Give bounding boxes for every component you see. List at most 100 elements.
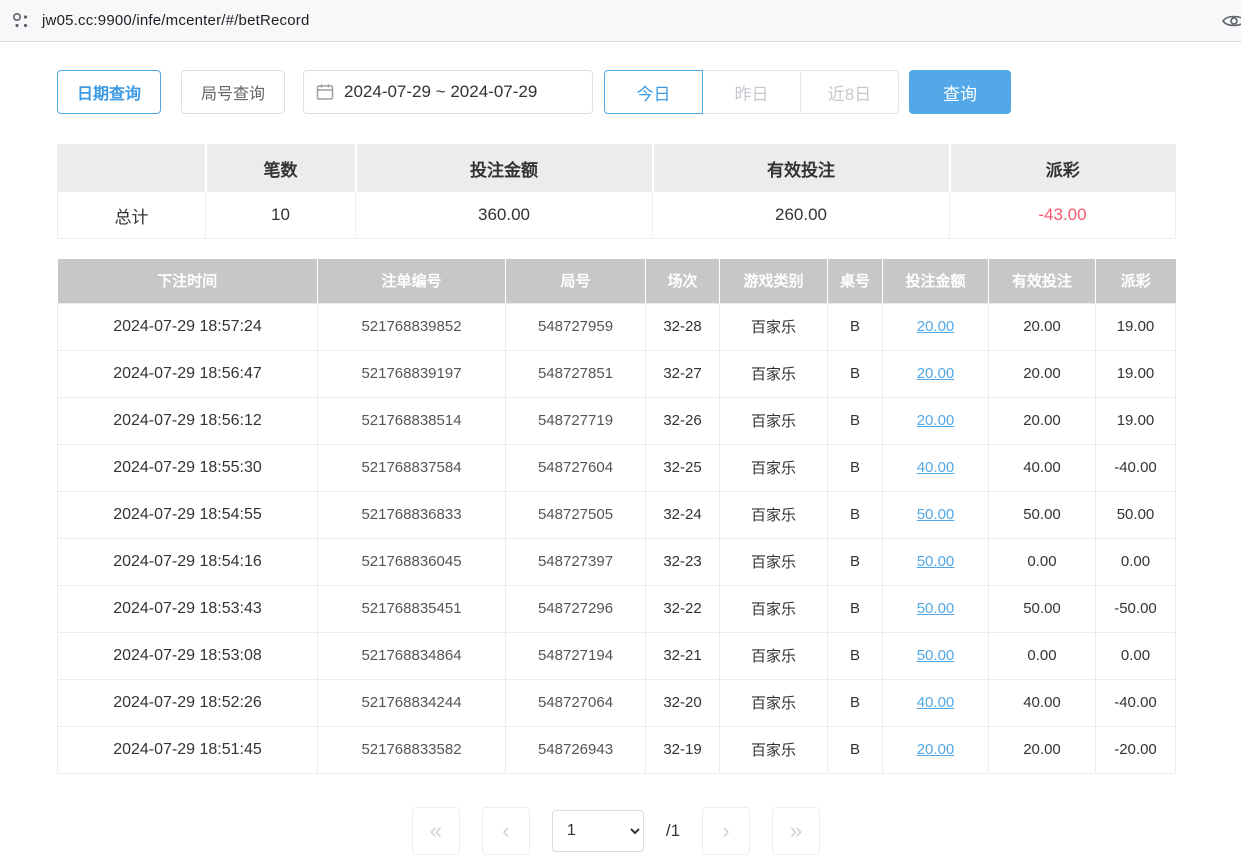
calendar-icon [316, 83, 334, 101]
round-query-button[interactable]: 局号查询 [181, 70, 285, 114]
cell-bet_no: 521768834864 [318, 632, 506, 679]
search-button[interactable]: 查询 [909, 70, 1011, 114]
pagination: « ‹ 1 /1 › » [57, 807, 1175, 855]
cell-session: 32-20 [646, 679, 720, 726]
cell-amount: 40.00 [883, 444, 989, 491]
cell-time: 2024-07-29 18:53:08 [58, 632, 318, 679]
cell-payout: -20.00 [1096, 726, 1176, 773]
query-toolbar: 日期查询 局号查询 2024-07-29 ~ 2024-07-29 今日 昨日 … [57, 70, 1175, 114]
cell-payout: 19.00 [1096, 350, 1176, 397]
cell-bet_no: 521768838514 [318, 397, 506, 444]
bet-table-header-1: 注单编号 [318, 259, 506, 303]
bet-table-header-4: 游戏类别 [720, 259, 828, 303]
bet-table-header-8: 派彩 [1096, 259, 1176, 303]
page-select[interactable]: 1 [552, 810, 644, 852]
table-row: 2024-07-29 18:52:26521768834244548727064… [58, 679, 1176, 726]
next-page-button[interactable]: › [702, 807, 750, 855]
cell-bet_no: 521768835451 [318, 585, 506, 632]
table-row: 2024-07-29 18:53:43521768835451548727296… [58, 585, 1176, 632]
table-row: 2024-07-29 18:56:12521768838514548727719… [58, 397, 1176, 444]
cell-session: 32-28 [646, 303, 720, 350]
cell-valid: 0.00 [989, 632, 1096, 679]
bet-amount-link[interactable]: 50.00 [917, 600, 955, 617]
cell-valid: 50.00 [989, 585, 1096, 632]
summary-count-value: 10 [206, 192, 356, 239]
cell-session: 32-21 [646, 632, 720, 679]
prev-page-button[interactable]: ‹ [482, 807, 530, 855]
cell-time: 2024-07-29 18:56:47 [58, 350, 318, 397]
cell-round_no: 548727064 [506, 679, 646, 726]
cell-table: B [828, 538, 883, 585]
bet-table-header-0: 下注时间 [58, 259, 318, 303]
bet-table-header-2: 局号 [506, 259, 646, 303]
cell-payout: 50.00 [1096, 491, 1176, 538]
cell-game: 百家乐 [720, 397, 828, 444]
url-text[interactable]: jw05.cc:9900/infe/mcenter/#/betRecord [42, 12, 310, 29]
cell-game: 百家乐 [720, 303, 828, 350]
cell-session: 32-26 [646, 397, 720, 444]
last8days-button[interactable]: 近8日 [800, 70, 899, 114]
bet-amount-link[interactable]: 50.00 [917, 553, 955, 570]
cell-valid: 20.00 [989, 303, 1096, 350]
cell-payout: -50.00 [1096, 585, 1176, 632]
preview-eye-icon[interactable] [1221, 8, 1241, 39]
cell-game: 百家乐 [720, 444, 828, 491]
cell-table: B [828, 632, 883, 679]
cell-payout: 19.00 [1096, 397, 1176, 444]
chevron-right-icon: › [722, 818, 729, 844]
date-query-button[interactable]: 日期查询 [57, 70, 161, 114]
cell-round_no: 548727604 [506, 444, 646, 491]
cell-valid: 40.00 [989, 444, 1096, 491]
cell-round_no: 548727505 [506, 491, 646, 538]
cell-valid: 50.00 [989, 491, 1096, 538]
bet-amount-link[interactable]: 40.00 [917, 694, 955, 711]
cell-round_no: 548727397 [506, 538, 646, 585]
cell-time: 2024-07-29 18:54:16 [58, 538, 318, 585]
cell-game: 百家乐 [720, 726, 828, 773]
cell-table: B [828, 679, 883, 726]
cell-amount: 20.00 [883, 303, 989, 350]
summary-total-label: 总计 [58, 192, 206, 239]
table-row: 2024-07-29 18:53:08521768834864548727194… [58, 632, 1176, 679]
bet-amount-link[interactable]: 50.00 [917, 647, 955, 664]
cell-amount: 20.00 [883, 350, 989, 397]
last-page-button[interactable]: » [772, 807, 820, 855]
cell-amount: 40.00 [883, 679, 989, 726]
bet-amount-link[interactable]: 20.00 [917, 318, 955, 335]
cell-bet_no: 521768839197 [318, 350, 506, 397]
yesterday-button[interactable]: 昨日 [702, 70, 801, 114]
table-row: 2024-07-29 18:54:55521768836833548727505… [58, 491, 1176, 538]
cell-session: 32-25 [646, 444, 720, 491]
bet-table-header-6: 投注金额 [883, 259, 989, 303]
cell-valid: 20.00 [989, 726, 1096, 773]
cell-bet_no: 521768833582 [318, 726, 506, 773]
table-row: 2024-07-29 18:56:47521768839197548727851… [58, 350, 1176, 397]
cell-bet_no: 521768836833 [318, 491, 506, 538]
summary-bet-amount-value: 360.00 [356, 192, 653, 239]
bet-amount-link[interactable]: 20.00 [917, 412, 955, 429]
cell-time: 2024-07-29 18:57:24 [58, 303, 318, 350]
bet-amount-link[interactable]: 20.00 [917, 741, 955, 758]
cell-valid: 20.00 [989, 350, 1096, 397]
cell-payout: 0.00 [1096, 538, 1176, 585]
date-range-picker[interactable]: 2024-07-29 ~ 2024-07-29 [303, 70, 593, 114]
cell-round_no: 548727851 [506, 350, 646, 397]
today-button[interactable]: 今日 [604, 70, 703, 114]
bet-amount-link[interactable]: 20.00 [917, 365, 955, 382]
cell-bet_no: 521768834244 [318, 679, 506, 726]
tab-groups-icon[interactable] [8, 8, 34, 34]
bet-table-header-3: 场次 [646, 259, 720, 303]
cell-valid: 40.00 [989, 679, 1096, 726]
cell-valid: 20.00 [989, 397, 1096, 444]
summary-header-count: 笔数 [206, 145, 356, 192]
bet-amount-link[interactable]: 50.00 [917, 506, 955, 523]
bet-amount-link[interactable]: 40.00 [917, 459, 955, 476]
browser-url-bar: jw05.cc:9900/infe/mcenter/#/betRecord [0, 0, 1241, 42]
cell-round_no: 548727719 [506, 397, 646, 444]
summary-table: 笔数 投注金额 有效投注 派彩 总计 10 360.00 260.00 -43.… [57, 144, 1176, 239]
cell-table: B [828, 491, 883, 538]
summary-header-bet-amount: 投注金额 [356, 145, 653, 192]
cell-game: 百家乐 [720, 679, 828, 726]
first-page-button[interactable]: « [412, 807, 460, 855]
cell-game: 百家乐 [720, 585, 828, 632]
